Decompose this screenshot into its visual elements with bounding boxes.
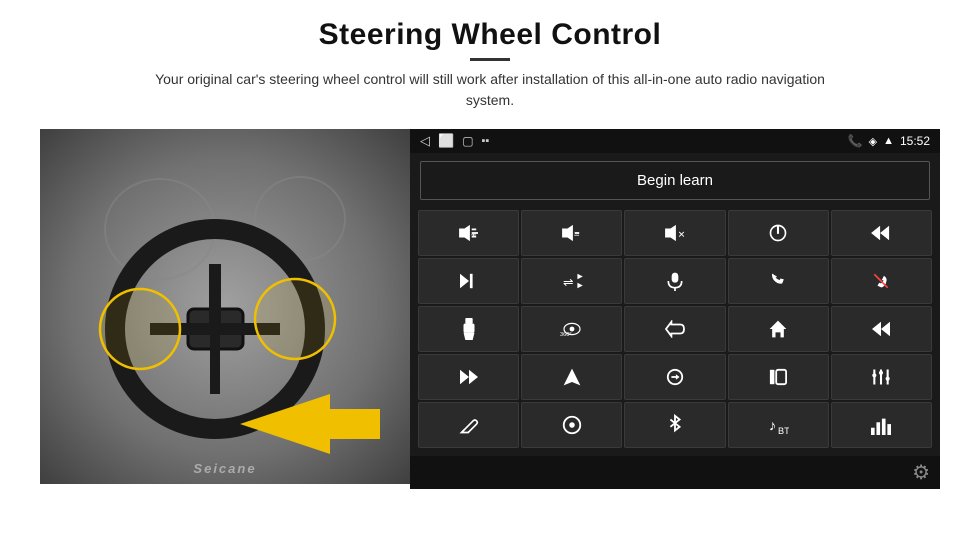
bottom-bar: ⚙ xyxy=(410,456,940,489)
next-button[interactable] xyxy=(418,258,519,304)
svg-text:−: − xyxy=(574,230,580,241)
page-container: Steering Wheel Control Your original car… xyxy=(0,0,980,546)
car-image-bg: Seicane xyxy=(40,129,410,484)
navigation-button[interactable] xyxy=(521,354,622,400)
equalizer-button[interactable] xyxy=(831,354,932,400)
phone-status-icon: 📞 xyxy=(848,134,863,148)
power-button[interactable] xyxy=(728,210,829,256)
svg-text:♪: ♪ xyxy=(769,419,776,435)
recents-icon[interactable]: ▢ xyxy=(462,134,473,148)
bars-button[interactable] xyxy=(831,402,932,448)
page-title: Steering Wheel Control xyxy=(140,18,840,52)
back-nav-button[interactable] xyxy=(624,306,725,352)
vol-mute-button[interactable]: ✕ xyxy=(624,210,725,256)
svg-text:BT: BT xyxy=(778,426,789,436)
svg-text:360°: 360° xyxy=(560,332,572,338)
title-section: Steering Wheel Control Your original car… xyxy=(140,18,840,111)
back-arrow-icon[interactable]: ◁ xyxy=(420,133,430,149)
flashlight-button[interactable] xyxy=(418,306,519,352)
car-image-section: Seicane xyxy=(40,129,410,484)
signal-icon: ▲ xyxy=(883,135,894,147)
phone-hangup-button[interactable] xyxy=(831,258,932,304)
wifi-icon: ◈ xyxy=(869,135,877,148)
home-icon[interactable]: ⬜ xyxy=(438,133,454,149)
content-area: Seicane ◁ ⬜ ▢ ▪▪ 📞 ◈ xyxy=(40,129,940,484)
sim-icon: ▪▪ xyxy=(482,135,490,147)
settings-gear-icon[interactable]: ⚙ xyxy=(912,460,930,485)
status-bar-left: ◁ ⬜ ▢ ▪▪ xyxy=(420,133,489,149)
phone-answer-button[interactable] xyxy=(728,258,829,304)
clock: 15:52 xyxy=(900,134,930,148)
pen-button[interactable] xyxy=(418,402,519,448)
shuffle-button[interactable]: ⇌ xyxy=(521,258,622,304)
bluetooth-button[interactable] xyxy=(624,402,725,448)
status-bar-right: 📞 ◈ ▲ 15:52 xyxy=(848,134,930,148)
title-divider xyxy=(470,58,510,61)
power2-button[interactable] xyxy=(521,402,622,448)
svg-text:⇌: ⇌ xyxy=(563,275,574,289)
svg-text:✕: ✕ xyxy=(678,230,686,240)
prev-prev-button[interactable] xyxy=(831,210,932,256)
buttons-grid: + − ✕ xyxy=(410,208,940,456)
record-button[interactable] xyxy=(728,354,829,400)
music-button[interactable]: ♪ BT xyxy=(728,402,829,448)
android-screen: ◁ ⬜ ▢ ▪▪ 📞 ◈ ▲ 15:52 Begin learn xyxy=(410,129,940,484)
vol-up-button[interactable]: + xyxy=(418,210,519,256)
home-nav-button[interactable] xyxy=(728,306,829,352)
mic-button[interactable] xyxy=(624,258,725,304)
360-view-button[interactable]: 360° xyxy=(521,306,622,352)
subtitle: Your original car's steering wheel contr… xyxy=(140,69,840,111)
vol-down-button[interactable]: − xyxy=(521,210,622,256)
fast-forward-button[interactable] xyxy=(418,354,519,400)
begin-learn-button[interactable]: Begin learn xyxy=(420,161,930,200)
brand-logo: Seicane xyxy=(193,461,256,476)
status-bar: ◁ ⬜ ▢ ▪▪ 📞 ◈ ▲ 15:52 xyxy=(410,129,940,153)
switch-button[interactable] xyxy=(624,354,725,400)
skip-back-button[interactable] xyxy=(831,306,932,352)
begin-learn-area: Begin learn xyxy=(410,153,940,208)
